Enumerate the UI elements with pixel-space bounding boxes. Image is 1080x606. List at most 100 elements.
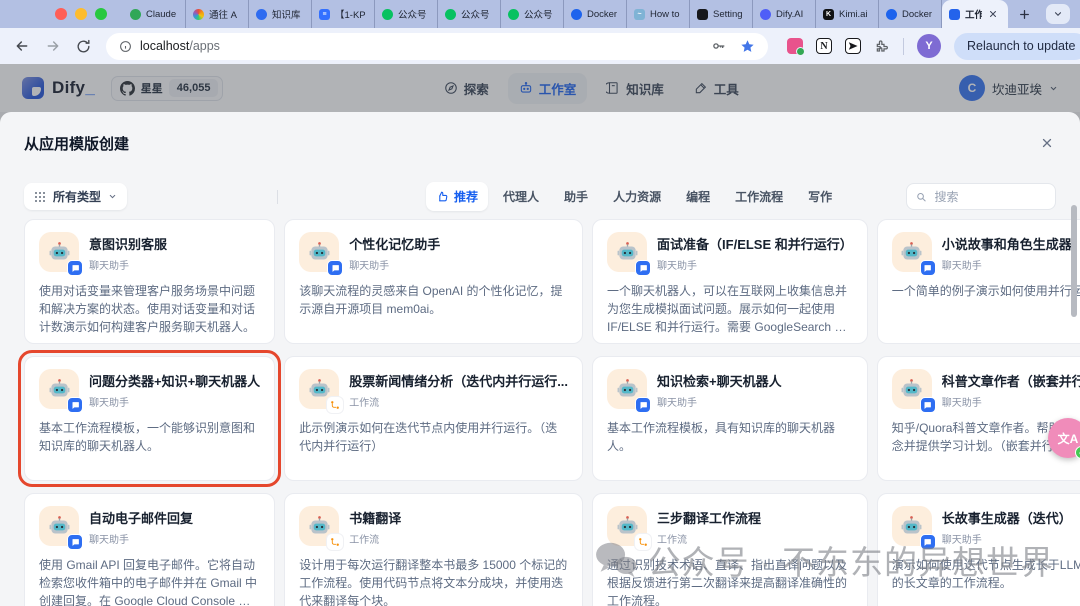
category-tab-6[interactable]: 写作: [798, 182, 842, 211]
workflow-badge-icon: [327, 534, 343, 550]
star-icon: [740, 39, 755, 54]
template-card[interactable]: 面试准备（IF/ELSE 和并行运行）聊天助手一个聊天机器人，可以在互联网上收集…: [592, 219, 868, 344]
key-icon: [711, 38, 727, 54]
sap-favicon: ~: [634, 9, 645, 20]
dify-logo[interactable]: Dify_ 星星 46,055: [22, 76, 223, 101]
browser-tab[interactable]: 公众号: [438, 0, 501, 28]
relaunch-to-update-button[interactable]: Relaunch to update: [954, 33, 1080, 60]
template-card-desc: 基本工作流程模板，具有知识库的聊天机器人。: [607, 419, 853, 455]
nav-item-explore[interactable]: 探索: [433, 73, 500, 104]
app-type-filter[interactable]: 所有类型: [24, 183, 127, 210]
toolbar-divider: [903, 38, 904, 55]
browser-tab[interactable]: Docker: [564, 0, 627, 28]
template-search[interactable]: [906, 183, 1056, 210]
github-star-badge[interactable]: 星星 46,055: [111, 76, 224, 101]
extensions-puzzle-button[interactable]: [874, 38, 890, 54]
browser-tab[interactable]: 知识库: [249, 0, 312, 28]
translate-floating-button[interactable]: 文A ✓: [1048, 418, 1080, 458]
browser-tab[interactable]: ~How to: [627, 0, 690, 28]
claude-favicon: [130, 9, 141, 20]
template-card[interactable]: 知识检索+聊天机器人聊天助手基本工作流程模板，具有知识库的聊天机器人。: [592, 356, 868, 481]
notion-extension-icon[interactable]: N: [816, 38, 832, 54]
template-card[interactable]: 三步翻译工作流程工作流通过识别技术术语、直译、指出直译问题以及根据反馈进行第二次…: [592, 493, 868, 606]
send-extension-icon[interactable]: [845, 38, 861, 54]
template-card-desc: 设计用于每次运行翻译整本书最多 15000 个标记的工作流程。使用代码节点将文本…: [299, 556, 568, 606]
template-card[interactable]: 意图识别客服聊天助手使用对话变量来管理客户服务场景中问题和解决方案的状态。使用对…: [24, 219, 275, 344]
browser-tab-bar: Claude通往 A知识库≡【1-KP公众号公众号公众号Docker~How t…: [0, 0, 1080, 28]
category-tab-4[interactable]: 编程: [676, 182, 720, 211]
minimize-window-button[interactable]: [75, 8, 87, 20]
browser-tab[interactable]: 工作: [942, 0, 1008, 28]
close-window-button[interactable]: [55, 8, 67, 20]
robot-app-icon: [299, 369, 339, 409]
forward-button[interactable]: [45, 38, 61, 54]
translate-icon: 文A: [1058, 430, 1079, 447]
template-card-title: 三步翻译工作流程: [657, 508, 761, 527]
category-tab-3[interactable]: 人力资源: [603, 182, 671, 211]
card-header: 知识检索+聊天机器人聊天助手: [607, 369, 853, 409]
browser-tab[interactable]: Docker: [879, 0, 942, 28]
card-header: 自动电子邮件回复聊天助手: [39, 506, 260, 546]
template-card-type: 工作流: [657, 531, 761, 546]
template-card[interactable]: 问题分类器+知识+聊天机器人聊天助手基本工作流程模板，一个能够识别意图和知识库的…: [24, 356, 275, 481]
template-card-type: 聊天助手: [657, 394, 782, 409]
category-tab-1[interactable]: 代理人: [493, 182, 549, 211]
browser-tab[interactable]: Setting: [690, 0, 753, 28]
robot-app-icon: [607, 369, 647, 409]
template-card[interactable]: 科普文章作者（嵌套并行）聊天助手知乎/Quora科普文章作者。帮助用户更快地理解…: [877, 356, 1080, 481]
plus-icon: [1018, 8, 1031, 21]
robot-app-icon: [892, 506, 932, 546]
browser-tab[interactable]: 公众号: [375, 0, 438, 28]
category-tab-5[interactable]: 工作流程: [725, 182, 793, 211]
browser-tab-label: Dify.AI: [776, 9, 803, 20]
chat-badge-icon: [327, 260, 343, 276]
password-extension-icon[interactable]: [787, 38, 803, 54]
template-card-title: 小说故事和角色生成器（简单并行运...: [942, 234, 1080, 253]
robot-app-icon: [299, 506, 339, 546]
robot-app-icon: [39, 232, 79, 272]
template-card-title: 个性化记忆助手: [349, 234, 440, 253]
template-card[interactable]: 个性化记忆助手聊天助手该聊天流程的灵感来自 OpenAI 的个性化记忆，提示源自…: [284, 219, 583, 344]
template-card[interactable]: 股票新闻情绪分析（迭代内并行运行...工作流此示例演示如何在迭代节点内使用并行运…: [284, 356, 583, 481]
url-bar[interactable]: localhost/apps: [106, 33, 768, 60]
browser-tab[interactable]: Claude: [123, 0, 186, 28]
tab-close-icon[interactable]: [988, 9, 998, 19]
browser-tab-label: 公众号: [524, 7, 553, 21]
thumbs-up-icon: [436, 190, 449, 203]
nav-item-knowledge[interactable]: 知识库: [595, 73, 675, 104]
browser-tab[interactable]: 公众号: [501, 0, 564, 28]
browser-tab[interactable]: KKimi.ai: [816, 0, 879, 28]
modal-scrollbar[interactable]: [1071, 205, 1077, 317]
nav-item-label: 工具: [714, 79, 739, 98]
template-card[interactable]: 长故事生成器（迭代）聊天助手演示如何使用迭代节点生成长于LLMs上下文长度的长文…: [877, 493, 1080, 606]
reload-button[interactable]: [76, 39, 91, 54]
bookmark-star-button[interactable]: [740, 39, 755, 54]
browser-tab[interactable]: 通往 A: [186, 0, 249, 28]
site-info-icon[interactable]: [119, 40, 132, 53]
card-header: 股票新闻情绪分析（迭代内并行运行...工作流: [299, 369, 568, 409]
user-menu[interactable]: C 坎迪亚埃: [959, 75, 1058, 101]
chat-badge-icon: [920, 397, 936, 413]
template-card[interactable]: 书籍翻译工作流设计用于每次运行翻译整本书最多 15000 个标记的工作流程。使用…: [284, 493, 583, 606]
back-button[interactable]: [14, 38, 30, 54]
browser-tab-label: Docker: [587, 9, 617, 20]
browser-tab[interactable]: ≡【1-KP: [312, 0, 375, 28]
browser-profile-avatar[interactable]: Y: [917, 34, 941, 58]
new-tab-button[interactable]: [1018, 8, 1031, 21]
maximize-window-button[interactable]: [95, 8, 107, 20]
tab-search-button[interactable]: [1046, 4, 1070, 24]
browser-tab[interactable]: Dify.AI: [753, 0, 816, 28]
category-tab-0[interactable]: 推荐: [426, 182, 488, 211]
search-input[interactable]: [932, 189, 1046, 205]
template-card[interactable]: 小说故事和角色生成器（简单并行运...聊天助手一个简单的例子演示如何使用并行运行…: [877, 219, 1080, 344]
category-tab-2[interactable]: 助手: [554, 182, 598, 211]
template-card[interactable]: 自动电子邮件回复聊天助手使用 Gmail API 回复电子邮件。它将自动检索您收…: [24, 493, 275, 606]
category-tab-label: 推荐: [454, 188, 478, 205]
password-key-button[interactable]: [711, 38, 727, 54]
nav-item-tools[interactable]: 工具: [683, 73, 750, 104]
dify-site-favicon: [760, 9, 771, 20]
template-card-title: 问题分类器+知识+聊天机器人: [89, 371, 260, 390]
modal-close-button[interactable]: [1040, 136, 1054, 150]
template-card-title: 知识检索+聊天机器人: [657, 371, 782, 390]
nav-item-studio[interactable]: 工作室: [508, 73, 588, 104]
